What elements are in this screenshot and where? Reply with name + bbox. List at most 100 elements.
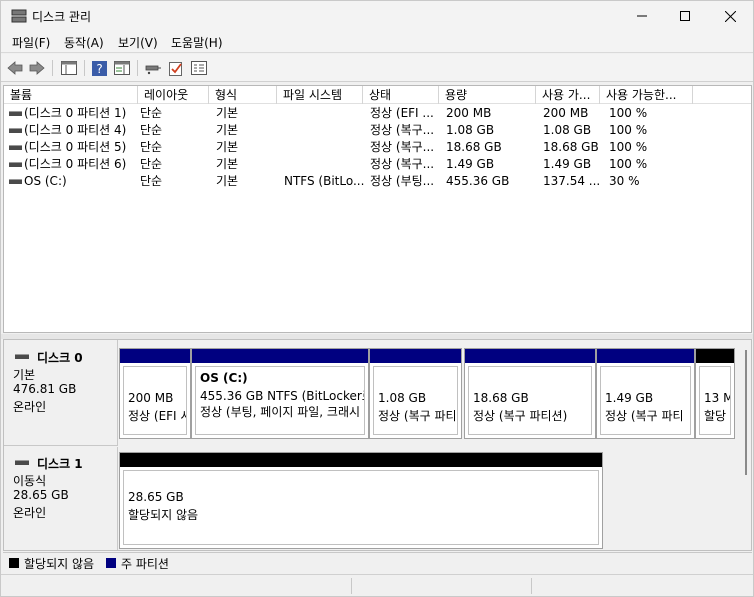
toolbar-separator: [84, 60, 85, 76]
column-header-capacity[interactable]: 용량: [439, 86, 536, 104]
menu-action[interactable]: 동작(A): [64, 34, 104, 51]
menu-file[interactable]: 파일(F): [12, 34, 50, 51]
maximize-button[interactable]: [662, 1, 708, 31]
partition-size: 18.68 GB: [473, 391, 529, 405]
column-header-percent-free[interactable]: 사용 가능한...: [600, 86, 693, 104]
disk-type: 이동식: [13, 474, 47, 488]
partition-body: 28.65 GB 할당되지 않음: [123, 470, 599, 545]
volume-drive-icon: [9, 111, 22, 116]
volume-row[interactable]: (디스크 0 파티션 1) 단순 기본 정상 (EFI ... 200 MB 2…: [4, 105, 751, 122]
disk-state: 온라인: [13, 506, 47, 520]
show-hide-console-tree-button[interactable]: [60, 59, 78, 77]
partition-unallocated[interactable]: 13 M 할당: [695, 348, 735, 439]
primary-partition-bar: [192, 349, 368, 363]
primary-partition-bar: [597, 349, 694, 363]
disk-scrollbar[interactable]: [743, 350, 749, 475]
toolbar-separator: [137, 60, 138, 76]
close-button[interactable]: [707, 1, 753, 31]
forward-arrow-icon: [29, 61, 45, 75]
partition-status: 정상 (복구 파티션): [473, 409, 568, 423]
volume-status: 정상 (EFI ...: [370, 106, 434, 120]
checklist-button[interactable]: [167, 59, 185, 77]
unallocated-bar: [120, 453, 602, 467]
volume-percent-free: 100 %: [609, 106, 648, 120]
volume-layout: 단순: [140, 123, 163, 137]
help-button[interactable]: ?: [90, 59, 108, 77]
partition-size: 455.36 GB NTFS (BitLocker로: [200, 389, 365, 403]
properties-icon: [191, 61, 207, 75]
primary-partition-bar: [120, 349, 190, 363]
column-header-free-space[interactable]: 사용 가...: [536, 86, 600, 104]
volume-free-space: 1.49 GB: [543, 157, 592, 171]
back-button[interactable]: [6, 59, 24, 77]
partition-size: 28.65 GB: [128, 490, 184, 504]
partition-recovery-5[interactable]: 18.68 GB 정상 (복구 파티션): [464, 348, 596, 439]
minimize-button[interactable]: [619, 1, 665, 31]
volume-row[interactable]: (디스크 0 파티션 4) 단순 기본 정상 (복구... 1.08 GB 1.…: [4, 122, 751, 139]
volume-row[interactable]: (디스크 0 파티션 6) 단순 기본 정상 (복구... 1.49 GB 1.…: [4, 156, 751, 173]
volume-free-space: 1.08 GB: [543, 123, 592, 137]
volume-row[interactable]: (디스크 0 파티션 5) 단순 기본 정상 (복구... 18.68 GB 1…: [4, 139, 751, 156]
status-separator: [351, 578, 352, 594]
title-bar: 디스크 관리: [1, 1, 753, 31]
disk-drive-icon: [15, 354, 29, 359]
volume-name: (디스크 0 파티션 4): [24, 123, 127, 137]
action-pane-button[interactable]: [113, 59, 131, 77]
partition-status: 정상 (복구 파티: [605, 409, 684, 423]
partition-unallocated-disk1[interactable]: 28.65 GB 할당되지 않음: [119, 452, 603, 549]
volume-free-space: 200 MB: [543, 106, 589, 120]
partition-body: 13 M 할당: [699, 366, 731, 435]
connect-button[interactable]: [144, 59, 162, 77]
column-header-volume[interactable]: 볼륨: [4, 86, 138, 104]
menu-bar: 파일(F) 동작(A) 보기(V) 도움말(H): [1, 31, 753, 53]
partition-body: 18.68 GB 정상 (복구 파티션): [468, 366, 592, 435]
partition-size: 13 M: [704, 391, 731, 405]
volume-type: 기본: [216, 106, 239, 120]
legend-unallocated-label: 할당되지 않음: [24, 557, 95, 571]
volume-status: 정상 (복구...: [370, 123, 435, 137]
partition-os-c[interactable]: OS (C:) 455.36 GB NTFS (BitLocker로 정상 (부…: [191, 348, 369, 439]
legend: 할당되지 않음 주 파티션: [3, 552, 752, 572]
forward-button[interactable]: [28, 59, 46, 77]
partition-size: 1.49 GB: [605, 391, 654, 405]
column-header-layout[interactable]: 레이아웃: [138, 86, 209, 104]
disk-size: 28.65 GB: [13, 488, 69, 502]
partition-recovery-6[interactable]: 1.49 GB 정상 (복구 파티: [596, 348, 695, 439]
menu-view[interactable]: 보기(V): [118, 34, 158, 51]
scrollbar-thumb-icon: [745, 350, 747, 475]
volume-free-space: 137.54 ...: [543, 174, 601, 188]
volume-capacity: 200 MB: [446, 106, 492, 120]
volume-layout: 단순: [140, 157, 163, 171]
volume-drive-icon: [9, 128, 22, 133]
volume-percent-free: 100 %: [609, 157, 648, 171]
column-header-status[interactable]: 상태: [363, 86, 439, 104]
partition-efi[interactable]: 200 MB 정상 (EFI 시: [119, 348, 191, 439]
menu-help[interactable]: 도움말(H): [171, 34, 223, 51]
volume-drive-icon: [9, 145, 22, 150]
volume-list: 볼륨 레이아웃 형식 파일 시스템 상태 용량 사용 가... 사용 가능한..…: [3, 85, 752, 333]
volume-drive-icon: [9, 162, 22, 167]
partition-status: 정상 (복구 파티: [378, 409, 457, 423]
disk-management-window: 디스크 관리 파일(F) 동작(A) 보기(V) 도움말(H) ? 볼륨 레이아…: [0, 0, 754, 597]
disk-0-label[interactable]: 디스크 0 기본 476.81 GB 온라인: [4, 340, 118, 446]
partition-recovery-4[interactable]: 1.08 GB 정상 (복구 파티: [369, 348, 462, 439]
disk-1-label[interactable]: 디스크 1 이동식 28.65 GB 온라인: [4, 447, 118, 550]
column-header-file-system[interactable]: 파일 시스템: [277, 86, 363, 104]
partition-status: 정상 (EFI 시: [128, 409, 187, 423]
primary-partition-bar: [370, 349, 461, 363]
properties-button[interactable]: [190, 59, 208, 77]
maximize-icon: [680, 11, 690, 21]
volume-capacity: 455.36 GB: [446, 174, 510, 188]
status-bar: [1, 574, 753, 596]
help-icon: ?: [91, 60, 107, 76]
minimize-icon: [637, 15, 647, 17]
partition-body: 200 MB 정상 (EFI 시: [123, 366, 187, 435]
checklist-icon: [169, 61, 182, 76]
volume-layout: 단순: [140, 174, 163, 188]
volume-row[interactable]: OS (C:) 단순 기본 NTFS (BitLo... 정상 (부팅... 4…: [4, 173, 751, 190]
volume-name: (디스크 0 파티션 6): [24, 157, 127, 171]
volume-layout: 단순: [140, 106, 163, 120]
volume-file-system: NTFS (BitLo...: [284, 174, 365, 188]
volume-status: 정상 (부팅...: [370, 174, 435, 188]
column-header-type[interactable]: 형식: [209, 86, 277, 104]
